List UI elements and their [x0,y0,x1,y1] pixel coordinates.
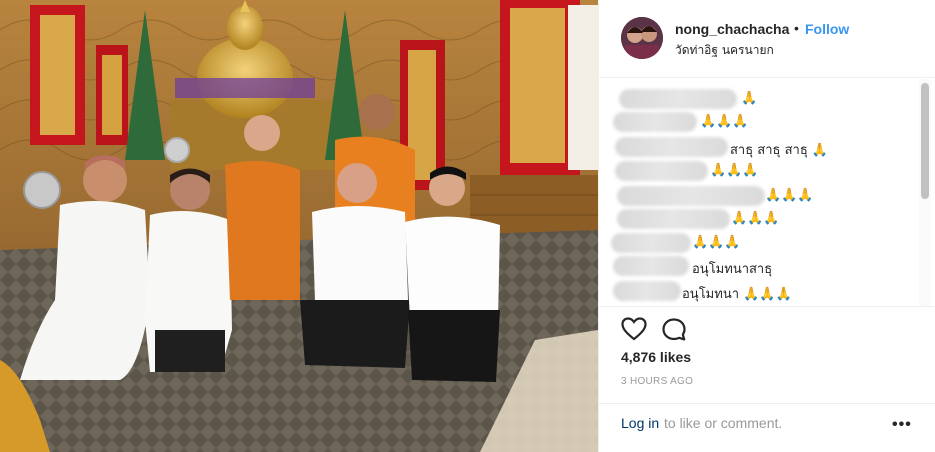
blurred-username [617,209,730,229]
likes-count[interactable]: 4,876 likes [621,349,691,365]
avatar-image [621,17,663,59]
blurred-username [619,89,737,109]
list-item: สาธุ สาธุ สาธุ 🙏 [599,137,919,159]
follow-button[interactable]: Follow [805,21,849,37]
list-item: 🙏🙏🙏 [599,233,919,255]
comment-text: 🙏🙏🙏 [765,188,814,203]
list-item: 🙏🙏🙏 [599,112,919,134]
comment-text: สาธุ สาธุ สาธุ 🙏 [730,143,829,158]
list-item: 🙏🙏🙏 [599,209,919,231]
avatar[interactable] [621,17,663,59]
separator-dot: • [794,20,799,36]
post-actions: 4,876 likes 3 HOURS AGO [599,307,935,403]
comment-text: อนุโมทนาสาธุ [692,262,773,277]
post-footer: Log in to like or comment. ••• [599,403,935,452]
list-item: 🙏 [599,89,919,111]
blurred-username [617,186,765,206]
comment-icon[interactable] [661,317,687,343]
list-item: 🙏🙏🙏 [599,186,919,208]
post-header: nong_chachacha • Follow วัดท่าอิฐ นครนาย… [599,0,935,78]
post-timestamp[interactable]: 3 HOURS AGO [621,376,693,387]
login-prompt-text: to like or comment. [664,415,783,431]
username-link[interactable]: nong_chachacha [675,21,789,37]
comment-text: อนุโมทนา 🙏🙏🙏 [682,287,792,302]
comment-text: 🙏🙏🙏 [692,235,741,250]
comment-text: 🙏🙏🙏 [710,163,759,178]
comments-scrollbar-thumb[interactable] [921,83,929,199]
blurred-username [613,281,681,301]
comment-text: 🙏🙏🙏 [700,114,749,129]
blurred-username [613,112,697,132]
post-photo[interactable] [0,0,598,452]
comment-text: 🙏🙏🙏 [731,211,780,226]
comment-text: 🙏 [741,91,758,106]
login-link[interactable]: Log in [621,415,659,431]
more-options-icon[interactable]: ••• [892,416,912,434]
heart-icon[interactable] [621,317,647,341]
list-item: อนุโมทนา 🙏🙏🙏 [599,281,919,303]
location-link[interactable]: วัดท่าอิฐ นครนายก [675,41,774,60]
blurred-username [615,137,728,157]
comments-list[interactable]: 🙏 🙏🙏🙏 สาธุ สาธุ สาธุ 🙏 🙏🙏🙏 🙏🙏🙏 🙏🙏🙏 🙏🙏🙏 อ… [599,79,935,307]
blurred-username [611,233,691,253]
blurred-username [613,256,689,276]
list-item: อนุโมทนาสาธุ [599,256,919,278]
list-item: 🙏🙏🙏 [599,161,919,183]
post-details-panel: nong_chachacha • Follow วัดท่าอิฐ นครนาย… [598,0,935,452]
temple-photo-illustration [0,0,598,452]
blurred-username [615,161,708,181]
